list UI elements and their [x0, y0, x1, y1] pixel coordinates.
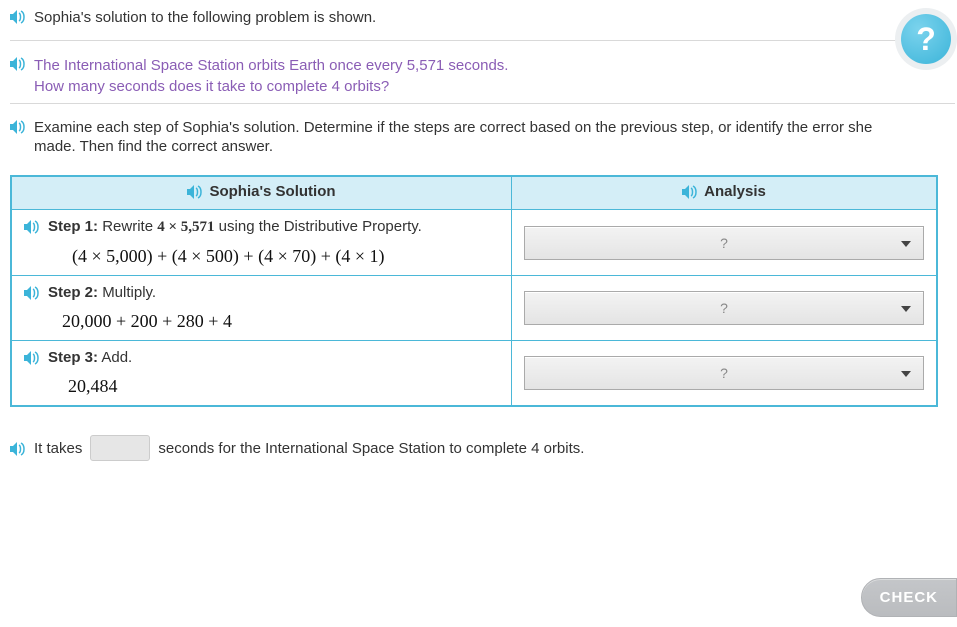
analysis-dropdown[interactable]: ? [524, 356, 924, 390]
speaker-icon[interactable] [10, 10, 26, 24]
solution-table: Sophia's Solution Analysis [10, 175, 938, 408]
step-desc-suffix: using the Distributive Property. [215, 218, 422, 235]
table-row: Step 3: Add. 20,484 ? [12, 341, 936, 406]
step-desc-prefix: Multiply. [102, 284, 156, 301]
speaker-icon[interactable] [10, 442, 26, 456]
step-math: (4 × 5,000) + (4 × 500) + (4 × 70) + (4 … [72, 246, 499, 267]
answer-prefix: It takes [34, 440, 82, 457]
step-math: 20,484 [68, 376, 499, 397]
step-label: Step 1: [48, 218, 98, 235]
step-label: Step 2: [48, 284, 98, 301]
step-desc-prefix: Add. [101, 349, 132, 366]
speaker-icon[interactable] [24, 220, 40, 234]
answer-input[interactable] [90, 435, 150, 461]
analysis-dropdown[interactable]: ? [524, 291, 924, 325]
step-label: Step 3: [48, 349, 98, 366]
instruction-text: Examine each step of Sophia's solution. … [34, 118, 874, 157]
speaker-icon[interactable] [10, 120, 26, 134]
step-desc-prefix: Rewrite [102, 218, 157, 235]
speaker-icon[interactable] [24, 351, 40, 365]
problem-line1: The International Space Station orbits E… [34, 55, 508, 76]
table-row: Step 2: Multiply. 20,000 + 200 + 280 + 4… [12, 276, 936, 341]
step-math: 20,000 + 200 + 280 + 4 [62, 311, 499, 332]
check-button[interactable]: CHECK [861, 578, 957, 617]
analysis-dropdown[interactable]: ? [524, 226, 924, 260]
problem-line2: How many seconds does it take to complet… [34, 76, 508, 97]
speaker-icon[interactable] [10, 57, 26, 71]
step-desc-math: 4 × 5,571 [157, 219, 214, 235]
header-solution: Sophia's Solution [209, 183, 335, 200]
speaker-icon[interactable] [187, 185, 203, 199]
answer-suffix: seconds for the International Space Stat… [158, 440, 584, 457]
divider [10, 103, 955, 104]
table-row: Step 1: Rewrite 4 × 5,571 using the Dist… [12, 210, 936, 276]
speaker-icon[interactable] [682, 185, 698, 199]
help-button[interactable]: ? [901, 14, 951, 64]
header-analysis: Analysis [704, 183, 766, 200]
speaker-icon[interactable] [24, 286, 40, 300]
intro-text: Sophia's solution to the following probl… [34, 8, 376, 28]
